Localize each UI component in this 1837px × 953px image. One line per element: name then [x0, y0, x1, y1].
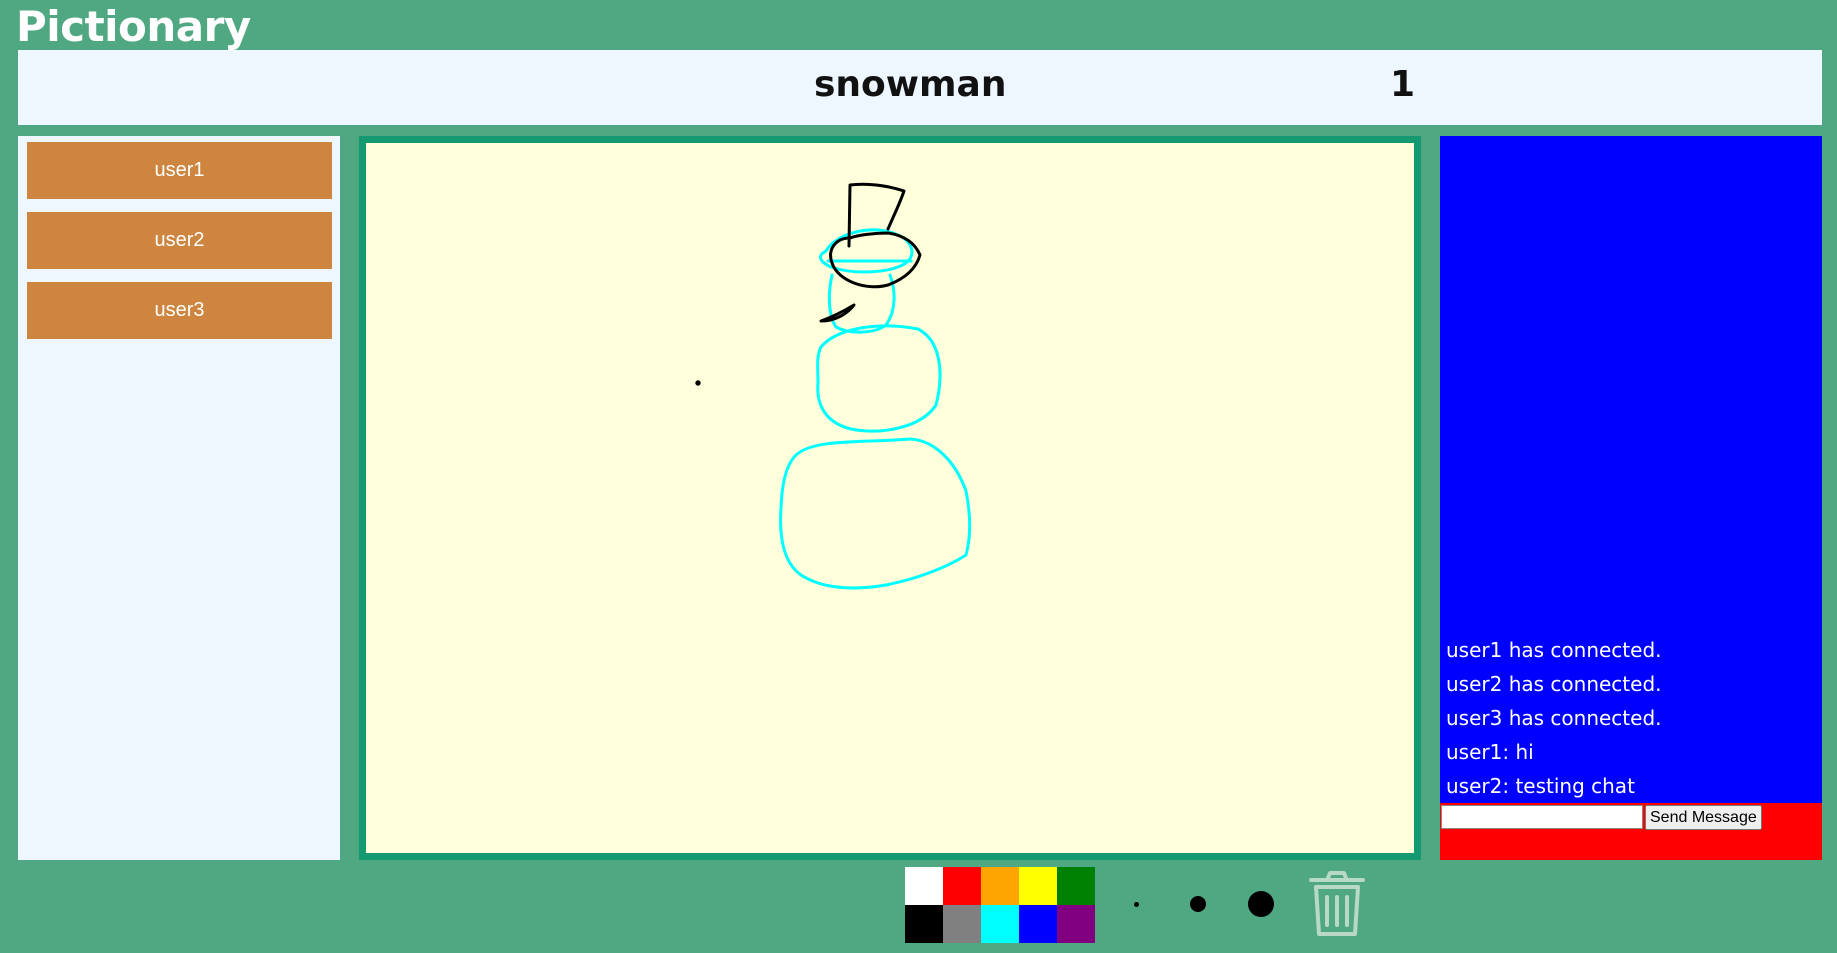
color-swatch-red[interactable]: [943, 867, 981, 905]
chat-message: user1 has connected.: [1446, 638, 1662, 662]
drawing-canvas[interactable]: [366, 143, 1414, 853]
current-word: snowman: [814, 64, 1007, 105]
snowman-nose-stroke: [819, 303, 856, 323]
color-swatch-black[interactable]: [905, 905, 943, 943]
user-button-user3[interactable]: user3: [27, 282, 332, 339]
clear-canvas-button[interactable]: [1308, 871, 1366, 937]
color-swatch-purple[interactable]: [1057, 905, 1095, 943]
trash-icon: [1309, 871, 1365, 936]
user-button-user2[interactable]: user2: [27, 212, 332, 269]
snowman-middle-body-stroke: [816, 324, 942, 433]
color-swatch-cyan[interactable]: [981, 905, 1019, 943]
color-swatch-gray[interactable]: [943, 905, 981, 943]
word-bar: snowman 1: [18, 50, 1822, 125]
canvas-frame: [359, 136, 1421, 860]
app-title: Pictionary: [16, 2, 251, 51]
color-swatch-orange[interactable]: [981, 867, 1019, 905]
brush-size-small[interactable]: [1134, 902, 1139, 907]
brush-size-large[interactable]: [1248, 891, 1274, 917]
chat-form: Send Message: [1440, 803, 1822, 860]
chat-message: user2: testing chat: [1446, 774, 1635, 798]
send-message-button[interactable]: Send Message: [1645, 805, 1762, 830]
chat-message: user2 has connected.: [1446, 672, 1662, 696]
color-swatch-blue[interactable]: [1019, 905, 1057, 943]
color-palette: [905, 867, 1095, 943]
chat-panel: user1 has connected. user2 has connected…: [1440, 136, 1822, 803]
user-button-user1[interactable]: user1: [27, 142, 332, 199]
round-number: 1: [1390, 64, 1416, 105]
color-swatch-yellow[interactable]: [1019, 867, 1057, 905]
users-panel: user1 user2 user3: [18, 136, 340, 860]
snowman-lower-body-stroke: [779, 437, 972, 590]
color-swatch-green[interactable]: [1057, 867, 1095, 905]
chat-message: user1: hi: [1446, 740, 1534, 764]
chat-message: user3 has connected.: [1446, 706, 1662, 730]
chat-message-input[interactable]: [1441, 805, 1643, 829]
canvas-dot: [695, 380, 701, 386]
brush-size-medium[interactable]: [1190, 896, 1206, 912]
snowman-neck-stroke: [827, 273, 896, 334]
color-swatch-white[interactable]: [905, 867, 943, 905]
drawing-strokes: [695, 182, 972, 590]
chat-messages: user1 has connected. user2 has connected…: [1446, 633, 1822, 803]
